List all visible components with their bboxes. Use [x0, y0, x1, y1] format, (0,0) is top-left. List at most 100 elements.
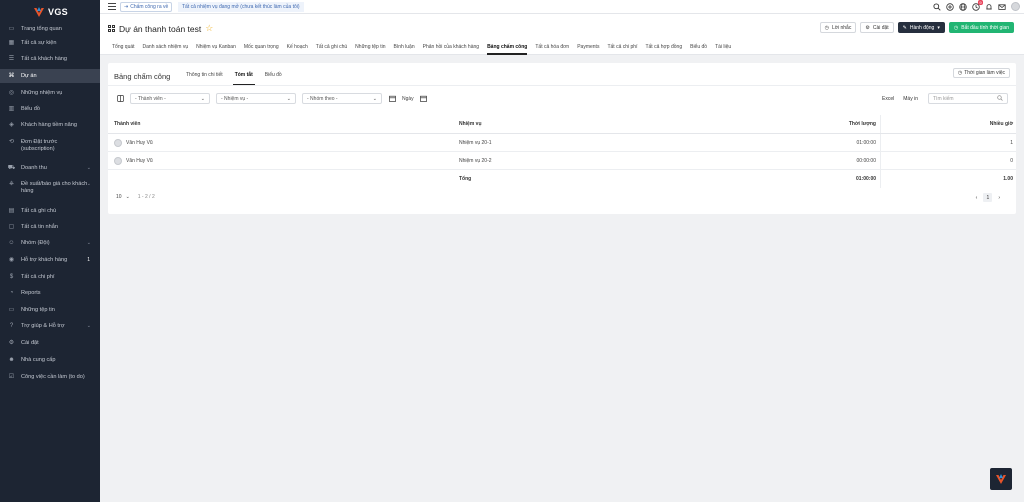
sidebar-item-label: Khách hàng tiềm năng	[21, 122, 77, 128]
project-tab[interactable]: Phản hồi của khách hàng	[423, 40, 479, 55]
project-tab[interactable]: Những tệp tin	[355, 40, 385, 55]
dollar-icon: $	[9, 274, 14, 280]
user-avatar[interactable]	[1011, 2, 1020, 11]
project-tab[interactable]: Payments	[577, 40, 599, 55]
next-page-icon[interactable]: ›	[998, 195, 1000, 201]
project-tab[interactable]: Bảng chấm công	[487, 40, 528, 55]
total-hours: 1.00	[1003, 176, 1013, 182]
sidebar-item[interactable]: ▭ Trang tổng quan	[0, 26, 100, 33]
worktime-button[interactable]: ◷ Thời gian làm việc	[952, 68, 1010, 78]
project-tab[interactable]: Bình luận	[393, 40, 414, 55]
project-tab[interactable]: Danh sách nhiệm vụ	[143, 40, 189, 55]
globe-icon[interactable]	[959, 2, 967, 11]
clock-icon[interactable]: 9	[972, 0, 983, 11]
sidebar-item[interactable]: ☰ Tất cả khách hàng	[0, 56, 100, 63]
reminder-button[interactable]: ◷ Lời nhắc	[819, 22, 857, 33]
mail-icon[interactable]	[998, 3, 1006, 11]
checkout-button[interactable]: ⇥ Chấm công ra về	[120, 2, 173, 12]
sidebar-item[interactable]: ⎈ Đề xuất/báo giá cho khách hàng ⌄	[0, 181, 100, 195]
member-name[interactable]: Văn Huy Vũ	[126, 140, 153, 146]
chevron-down-icon: ⌄	[372, 95, 377, 102]
sidebar-item[interactable]: ⟲ Đơn Đặt trước (subscription)	[0, 139, 100, 153]
column-duration[interactable]: Thời lượng	[849, 115, 876, 133]
member-name[interactable]: Văn Huy Vũ	[126, 158, 153, 164]
settings-button[interactable]: ⚙ Cài đặt	[860, 22, 894, 33]
member-select[interactable]: - Thành viên - ⌄	[130, 93, 210, 104]
actions-dropdown[interactable]: ✎ Hành động ▾	[897, 22, 945, 33]
search-icon[interactable]	[933, 2, 941, 11]
logo[interactable]: VGS	[0, 0, 100, 24]
group-by-select[interactable]: - Nhóm theo - ⌄	[302, 93, 382, 104]
sidebar-item-label: Reports	[21, 290, 41, 296]
add-icon[interactable]	[946, 2, 954, 11]
pagination-info: 10 ⌄ 1 - 2 / 2	[116, 194, 155, 200]
member-cell[interactable]: Văn Huy Vũ	[114, 134, 153, 151]
sidebar-item[interactable]: ☑ Công việc cần làm (to do)	[0, 374, 100, 381]
stamp-icon: ⎈	[9, 181, 14, 187]
project-tab[interactable]: Tất cả ghi chú	[316, 40, 347, 55]
sidebar-item[interactable]: ⛟ Doanh thu ⌄	[0, 165, 100, 172]
column-task[interactable]: Nhiệm vụ	[459, 115, 482, 133]
project-tab[interactable]: Kế hoạch	[287, 40, 308, 55]
sidebar-item[interactable]: ▤ Tất cả ghi chú	[0, 208, 100, 215]
settings-label: Cài đặt	[872, 24, 889, 31]
project-tab[interactable]: Tất cả chi phí	[607, 40, 637, 55]
calendar-prev-icon[interactable]	[388, 95, 396, 103]
vgs-logo-mark	[34, 7, 45, 17]
sidebar-item[interactable]: ⌘ Dự án	[0, 69, 100, 83]
date-label[interactable]: Ngày	[402, 96, 414, 102]
sidebar-item-label: Tất cả sự kiện	[21, 40, 57, 46]
project-tab[interactable]: Biểu đồ	[690, 40, 707, 55]
search-input[interactable]: Tìm kiếm	[928, 93, 1008, 104]
topbar-icons: 9	[933, 0, 1020, 11]
project-tab[interactable]: Mốc quan trọng	[244, 40, 279, 55]
project-tab[interactable]: Nhiệm vụ Kanban	[196, 40, 236, 55]
timesheet-subtab[interactable]: Tóm tắt	[229, 69, 259, 85]
chevron-down-icon: ⌄	[286, 95, 291, 102]
start-timer-button[interactable]: ◷ Bắt đầu tính thời gian	[948, 22, 1014, 33]
sidebar-item[interactable]: ▥ Biểu đồ	[0, 106, 100, 113]
prev-page-icon[interactable]: ‹	[976, 195, 978, 201]
sidebar-item[interactable]: $ Tất cả chi phí	[0, 274, 100, 281]
chart-icon: ▥	[8, 106, 15, 112]
column-hours[interactable]: Nhiều giờ	[990, 115, 1013, 133]
users-icon: ☰	[8, 56, 15, 62]
sidebar-item[interactable]: ◔ Reports	[0, 290, 100, 297]
project-tab[interactable]: Tất cả hóa đơn	[535, 40, 569, 55]
sidebar-item-label: Nhóm (Đội)	[21, 240, 50, 246]
calendar-next-icon[interactable]	[420, 95, 428, 103]
task-cell[interactable]: Nhiệm vụ 20-2	[459, 152, 492, 169]
timesheet-subtab[interactable]: Biểu đồ	[259, 69, 288, 85]
sidebar-item[interactable]: ☺ Nhóm (Đội) ⌄	[0, 240, 100, 247]
excel-button[interactable]: Excel	[879, 94, 897, 104]
open-tasks-link[interactable]: Tất cả nhiệm vụ đang mở (chưa kết thúc l…	[178, 2, 304, 12]
menu-toggle-icon[interactable]	[108, 3, 116, 10]
star-icon[interactable]: ☆	[205, 23, 213, 34]
timesheet-subtab[interactable]: Thông tin chi tiết	[180, 69, 229, 85]
sidebar-item[interactable]: ▭ Những tệp tin	[0, 307, 100, 314]
sidebar-item[interactable]: ◉ Hỗ trợ khách hàng 1	[0, 257, 100, 264]
project-tab[interactable]: Tổng quát	[112, 40, 135, 55]
task-cell[interactable]: Nhiệm vụ 20-1	[459, 134, 492, 151]
floating-logo-button[interactable]	[990, 468, 1012, 490]
project-tab[interactable]: Tài liệu	[715, 40, 731, 55]
sidebar-item[interactable]: ☻ Nhà cung cấp	[0, 357, 100, 364]
hours-cell: 0	[1010, 157, 1013, 164]
bell-icon[interactable]	[985, 3, 993, 11]
page-number[interactable]: 1	[983, 193, 993, 202]
task-select[interactable]: - Nhiệm vụ - ⌄	[216, 93, 296, 104]
sidebar-item[interactable]: ▦ Tất cả sự kiện	[0, 40, 100, 47]
project-title: Dự án thanh toán test	[119, 23, 202, 34]
sidebar-item[interactable]: ? Trợ giúp & Hỗ trợ ⌄	[0, 323, 100, 330]
sidebar-item[interactable]: ▢ Tất cả tin nhắn	[0, 224, 100, 231]
sidebar-item[interactable]: ⚙ Cài đặt	[0, 340, 100, 347]
column-member[interactable]: Thành viên	[114, 115, 140, 133]
member-cell[interactable]: Văn Huy Vũ	[114, 152, 153, 169]
columns-toggle-icon[interactable]	[116, 95, 124, 103]
table-header: Thành viên Nhiệm vụ Thời lượng Nhiều giờ	[108, 115, 1016, 134]
project-tab[interactable]: Tất cả hợp đồng	[645, 40, 682, 55]
print-button[interactable]: Máy in	[900, 94, 921, 104]
sidebar-item[interactable]: ◈ Khách hàng tiềm năng	[0, 122, 100, 129]
page-size-select[interactable]: 10 ⌄	[116, 194, 130, 200]
sidebar-item[interactable]: ◎ Những nhiệm vụ	[0, 90, 100, 97]
